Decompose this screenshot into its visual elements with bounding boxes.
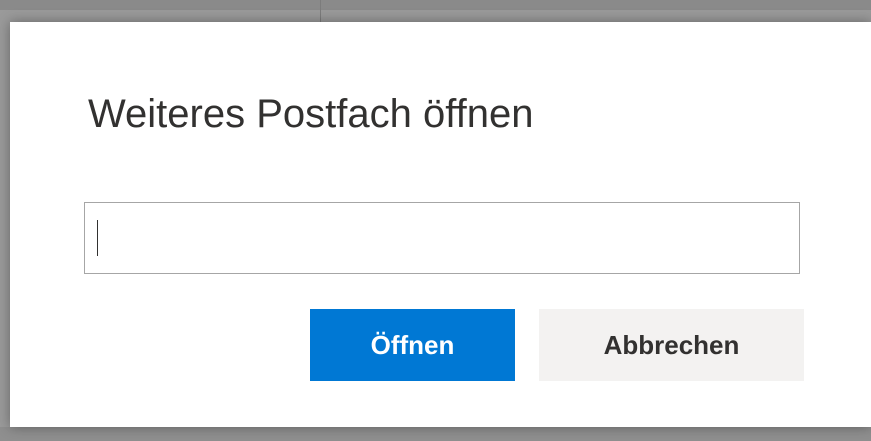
mailbox-input[interactable]	[84, 202, 800, 274]
cancel-button[interactable]: Abbrechen	[539, 309, 804, 381]
background-footer-strip	[0, 427, 871, 441]
open-mailbox-dialog: Weiteres Postfach öffnen Öffnen Abbreche…	[10, 22, 871, 427]
text-cursor	[97, 220, 98, 256]
background-header-strip	[0, 0, 871, 10]
open-button[interactable]: Öffnen	[310, 309, 515, 381]
dialog-title: Weiteres Postfach öffnen	[88, 92, 534, 136]
modal-backdrop: Weiteres Postfach öffnen Öffnen Abbreche…	[0, 0, 871, 441]
